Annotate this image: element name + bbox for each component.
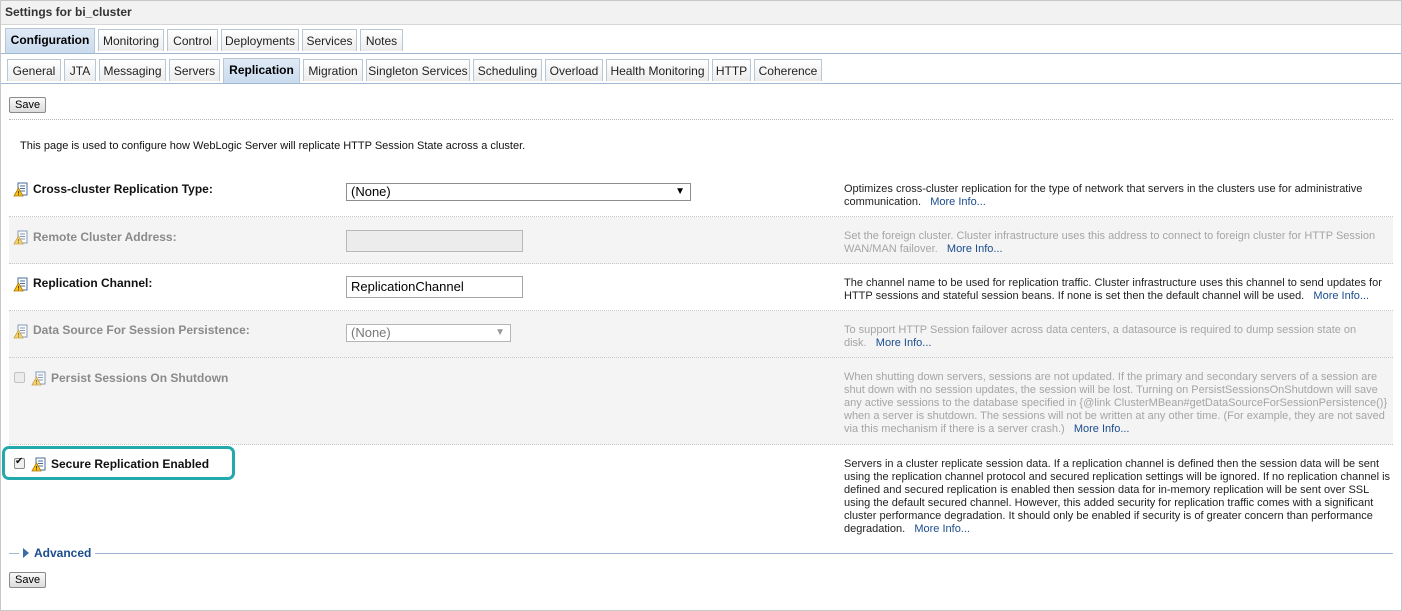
- more-info-link[interactable]: More Info...: [914, 523, 970, 535]
- main-tabs: Configuration Monitoring Control Deploym…: [1, 28, 1401, 54]
- save-button-bottom[interactable]: Save: [9, 572, 47, 588]
- dropdown-arrow-icon: ▼: [675, 186, 685, 197]
- persist-sessions-description: When shutting down servers, sessions are…: [844, 371, 1388, 435]
- row-data-source: Data Source For Session Persistence: (No…: [9, 311, 1393, 358]
- divider: [9, 119, 1393, 120]
- config-warning-icon: [13, 182, 28, 197]
- data-source-description: To support HTTP Session failover across …: [844, 324, 1357, 349]
- data-source-select[interactable]: (None) ▼: [346, 324, 511, 342]
- expand-arrow-icon: [23, 548, 29, 558]
- page-title: Settings for bi_cluster: [5, 5, 132, 19]
- row-persist-sessions: Persist Sessions On Shutdown When shutti…: [9, 358, 1393, 445]
- subtab-singleton-services[interactable]: Singleton Services: [366, 59, 470, 81]
- more-info-link[interactable]: More Info...: [947, 243, 1003, 255]
- subtab-general[interactable]: General: [7, 59, 61, 81]
- settings-panel: Settings for bi_cluster Configuration Mo…: [0, 0, 1402, 611]
- subtab-jta[interactable]: JTA: [64, 59, 96, 81]
- tab-configuration[interactable]: Configuration: [5, 28, 95, 53]
- title-bar: Settings for bi_cluster: [1, 1, 1401, 25]
- config-warning-icon: [13, 230, 28, 245]
- config-warning-icon: [13, 324, 28, 339]
- subtab-replication[interactable]: Replication: [223, 58, 300, 83]
- subtab-migration[interactable]: Migration: [303, 59, 363, 81]
- secure-replication-description: Servers in a cluster replicate session d…: [844, 458, 1391, 535]
- cross-cluster-value: (None): [351, 184, 391, 199]
- data-source-value: (None): [351, 325, 391, 340]
- subtab-scheduling[interactable]: Scheduling: [473, 59, 542, 81]
- cross-cluster-description: Optimizes cross-cluster replication for …: [844, 183, 1363, 208]
- more-info-link[interactable]: More Info...: [1074, 423, 1130, 435]
- tab-services[interactable]: Services: [302, 29, 357, 51]
- row-cross-cluster-replication: Cross-cluster Replication Type: (None) ▼…: [9, 169, 1393, 217]
- subtab-coherence[interactable]: Coherence: [754, 59, 822, 81]
- subtab-messaging[interactable]: Messaging: [99, 59, 166, 81]
- save-button-top[interactable]: Save: [9, 97, 47, 113]
- persist-sessions-label: Persist Sessions On Shutdown: [51, 371, 229, 385]
- tab-monitoring[interactable]: Monitoring: [98, 29, 164, 51]
- intro-text: This page is used to configure how WebLo…: [20, 140, 526, 152]
- data-source-label: Data Source For Session Persistence:: [33, 323, 250, 337]
- cross-cluster-label: Cross-cluster Replication Type:: [33, 182, 213, 196]
- sub-tabs: General JTA Messaging Servers Replicatio…: [1, 58, 1401, 84]
- subtab-health-monitoring[interactable]: Health Monitoring: [606, 59, 709, 81]
- advanced-divider: [9, 553, 1393, 554]
- remote-address-description: Set the foreign cluster. Cluster infrast…: [844, 230, 1376, 255]
- advanced-toggle[interactable]: Advanced: [19, 546, 96, 560]
- tab-deployments[interactable]: Deployments: [221, 29, 299, 51]
- persist-sessions-checkbox[interactable]: [14, 372, 25, 383]
- subtab-servers[interactable]: Servers: [169, 59, 220, 81]
- tab-control[interactable]: Control: [167, 29, 218, 51]
- cross-cluster-select[interactable]: (None) ▼: [346, 183, 691, 201]
- row-remote-cluster-address: Remote Cluster Address: Set the foreign …: [9, 217, 1393, 264]
- config-warning-icon: [31, 371, 46, 386]
- more-info-link[interactable]: More Info...: [876, 337, 932, 349]
- advanced-label: Advanced: [34, 546, 92, 560]
- config-warning-icon: [13, 277, 28, 292]
- remote-address-label: Remote Cluster Address:: [33, 230, 177, 244]
- more-info-link[interactable]: More Info...: [930, 196, 986, 208]
- dropdown-arrow-icon: ▼: [495, 327, 505, 338]
- tab-notes[interactable]: Notes: [360, 29, 403, 51]
- highlight-box: [2, 446, 235, 480]
- row-replication-channel: Replication Channel: ReplicationChannel …: [9, 264, 1393, 311]
- replication-channel-input[interactable]: ReplicationChannel: [346, 276, 523, 298]
- replication-channel-label: Replication Channel:: [33, 276, 153, 290]
- subtab-overload[interactable]: Overload: [545, 59, 603, 81]
- subtab-http[interactable]: HTTP: [712, 59, 751, 81]
- more-info-link[interactable]: More Info...: [1313, 290, 1369, 302]
- remote-address-input[interactable]: [346, 230, 523, 252]
- replication-channel-description: The channel name to be used for replicat…: [844, 277, 1382, 302]
